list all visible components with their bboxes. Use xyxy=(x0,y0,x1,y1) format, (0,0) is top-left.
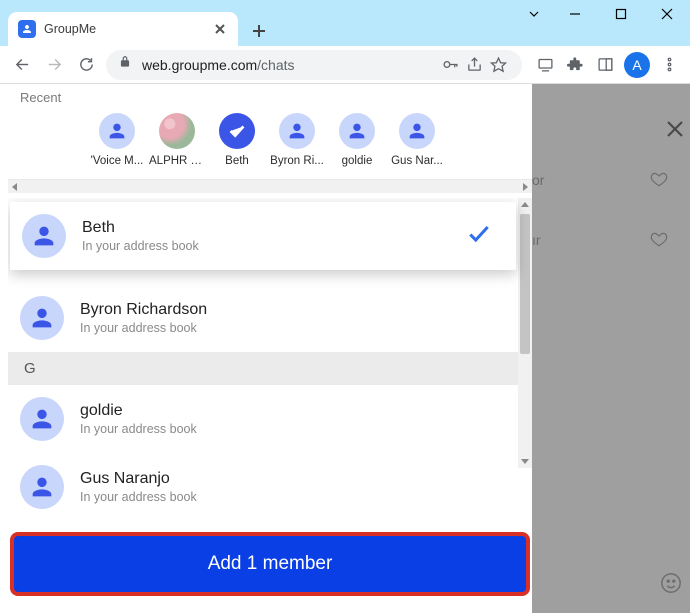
person-icon xyxy=(339,113,375,149)
minimize-button[interactable] xyxy=(552,0,598,28)
person-icon xyxy=(99,113,135,149)
contact-sub: In your address book xyxy=(82,239,199,253)
side-panel-icon[interactable] xyxy=(590,50,620,80)
bookmark-star-icon[interactable] xyxy=(486,53,510,77)
person-icon xyxy=(399,113,435,149)
section-letter: G xyxy=(8,352,518,385)
profile-avatar[interactable]: A xyxy=(624,52,650,78)
new-tab-button[interactable] xyxy=(244,16,274,46)
tab-groupme[interactable]: GroupMe xyxy=(8,12,238,46)
heart-icon[interactable] xyxy=(650,230,668,253)
extensions-icon[interactable] xyxy=(560,50,590,80)
forward-button[interactable] xyxy=(38,49,70,81)
menu-dots-icon[interactable] xyxy=(654,50,684,80)
person-icon xyxy=(20,465,64,509)
favicon-icon xyxy=(18,20,36,38)
person-icon xyxy=(20,296,64,340)
contact-item[interactable]: goldie In your address book xyxy=(8,385,518,453)
page-content: or ır Recent 'Voice M... ALPHR J... Beth xyxy=(0,84,690,613)
obscured-text: ır xyxy=(532,232,541,248)
contact-name: Gus Naranjo xyxy=(80,470,197,488)
contact-sub: In your address book xyxy=(80,422,197,436)
url-text: web.groupme.com/chats xyxy=(142,57,438,73)
address-bar[interactable]: web.groupme.com/chats xyxy=(106,50,522,80)
checkmark-icon xyxy=(466,221,492,252)
close-window-button[interactable] xyxy=(644,0,690,28)
person-icon xyxy=(20,397,64,441)
password-key-icon[interactable] xyxy=(438,53,462,77)
recent-label: Recent xyxy=(8,84,532,109)
scroll-right-icon[interactable] xyxy=(518,180,532,194)
emoji-picker-icon[interactable] xyxy=(660,572,682,599)
window-controls xyxy=(516,0,690,28)
cast-icon[interactable] xyxy=(530,50,560,80)
avatar-photo xyxy=(159,113,195,149)
contact-name: goldie xyxy=(80,402,197,420)
person-icon xyxy=(279,113,315,149)
recent-chip[interactable]: goldie xyxy=(328,113,386,167)
scroll-left-icon[interactable] xyxy=(8,180,22,194)
checkmark-icon xyxy=(219,113,255,149)
chip-label: ALPHR J... xyxy=(149,155,205,167)
contact-item[interactable]: Byron Richardson In your address book xyxy=(8,284,518,352)
add-members-modal: Recent 'Voice M... ALPHR J... Beth Byron xyxy=(8,84,532,604)
reload-button[interactable] xyxy=(70,49,102,81)
recent-chip[interactable]: ALPHR J... xyxy=(148,113,206,167)
horizontal-scrollbar[interactable] xyxy=(8,179,532,193)
close-icon[interactable] xyxy=(666,120,686,140)
chip-label: Byron Ri... xyxy=(270,155,324,167)
lock-icon xyxy=(118,55,132,74)
chip-label: 'Voice M... xyxy=(91,155,144,167)
heart-icon[interactable] xyxy=(650,170,668,193)
obscured-text: or xyxy=(532,172,544,188)
chip-label: Beth xyxy=(225,155,249,167)
contact-sub: In your address book xyxy=(80,490,197,504)
chip-label: Gus Nar... xyxy=(391,155,443,167)
back-button[interactable] xyxy=(6,49,38,81)
scroll-up-icon[interactable] xyxy=(518,198,532,212)
vertical-scrollbar[interactable] xyxy=(518,198,532,468)
add-member-label: Add 1 member xyxy=(208,553,333,575)
chevron-down-icon[interactable] xyxy=(516,0,552,28)
recent-chip[interactable]: 'Voice M... xyxy=(88,113,146,167)
maximize-button[interactable] xyxy=(598,0,644,28)
scrollbar-thumb[interactable] xyxy=(520,214,530,354)
recent-chip[interactable]: Gus Nar... xyxy=(388,113,446,167)
share-icon[interactable] xyxy=(462,53,486,77)
contacts-list: Beth In your address book Byron Richards… xyxy=(8,198,532,528)
recent-chip[interactable]: Byron Ri... xyxy=(268,113,326,167)
scroll-down-icon[interactable] xyxy=(518,454,532,468)
contact-name: Beth xyxy=(82,219,199,237)
modal-backdrop: or ır xyxy=(532,84,690,613)
contact-name: Byron Richardson xyxy=(80,301,207,319)
recent-contacts-row: 'Voice M... ALPHR J... Beth Byron Ri... … xyxy=(8,109,532,193)
close-tab-icon[interactable] xyxy=(212,21,228,37)
contact-item[interactable]: Gus Naranjo In your address book xyxy=(8,453,518,513)
chip-label: goldie xyxy=(342,155,373,167)
contact-item-selected[interactable]: Beth In your address book xyxy=(10,202,516,270)
contact-sub: In your address book xyxy=(80,321,207,335)
tab-title: GroupMe xyxy=(44,22,212,36)
recent-chip-selected[interactable]: Beth xyxy=(208,113,266,167)
person-icon xyxy=(22,214,66,258)
add-member-button[interactable]: Add 1 member xyxy=(10,532,530,596)
browser-toolbar: web.groupme.com/chats A xyxy=(0,46,690,84)
